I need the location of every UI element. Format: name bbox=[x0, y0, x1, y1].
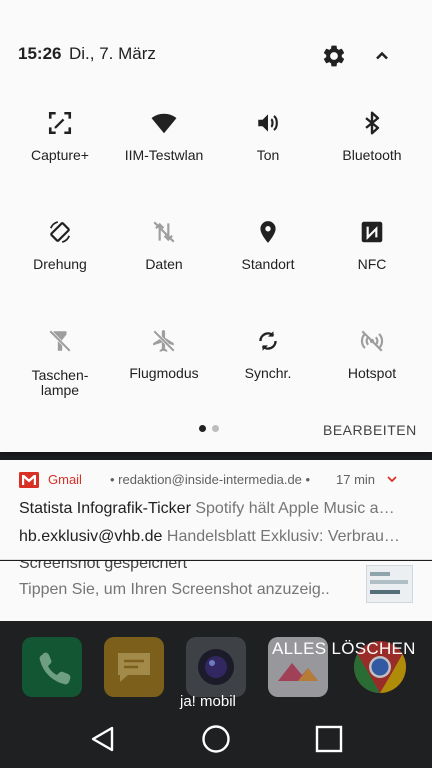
tile-rotation[interactable]: Drehung bbox=[6, 219, 114, 299]
mail-subject: Spotify hält Apple Music a… bbox=[195, 500, 395, 517]
edit-button[interactable]: BEARBEITEN bbox=[323, 422, 417, 438]
sender-email: redaktion@inside-intermedia.de bbox=[118, 472, 302, 487]
capture-plus-icon bbox=[48, 111, 72, 135]
tile-label: Daten bbox=[145, 256, 183, 272]
home-icon[interactable] bbox=[199, 722, 233, 756]
notification-title: Screenshot gespeichert bbox=[19, 561, 188, 572]
gmail-icon bbox=[19, 472, 39, 488]
location-icon bbox=[260, 221, 276, 243]
notification-time: 17 min bbox=[336, 472, 376, 487]
tile-label: Capture+ bbox=[31, 147, 89, 163]
app-label: ja! mobil bbox=[180, 693, 236, 710]
page-indicator bbox=[199, 425, 223, 433]
page-dot bbox=[212, 425, 219, 432]
chevron-down-icon[interactable] bbox=[386, 474, 398, 484]
tile-label: Standort bbox=[241, 256, 295, 272]
recents-icon[interactable] bbox=[312, 722, 346, 756]
app-name: Gmail bbox=[48, 472, 82, 487]
mobile-data-off-icon bbox=[153, 221, 175, 243]
tile-bluetooth[interactable]: Bluetooth bbox=[318, 110, 426, 190]
messages-app-icon[interactable] bbox=[104, 637, 164, 697]
tile-sync[interactable]: Synchr. bbox=[214, 328, 322, 408]
tile-capture-plus[interactable]: Capture+ bbox=[6, 110, 114, 190]
message-icon bbox=[118, 653, 150, 682]
tile-nfc[interactable]: NFC bbox=[318, 219, 426, 299]
tile-location[interactable]: Standort bbox=[214, 219, 322, 299]
tile-sound[interactable]: Ton bbox=[214, 110, 322, 190]
notification-sender: • redaktion@inside-intermedia.de • bbox=[110, 472, 311, 487]
notification-header: Gmail • redaktion@inside-intermedia.de •… bbox=[19, 472, 419, 490]
airplane-off-icon bbox=[153, 330, 175, 352]
mail-sender: Statista Infografik-Ticker bbox=[19, 500, 191, 517]
hotspot-off-icon bbox=[360, 330, 384, 352]
navigation-bar bbox=[0, 710, 432, 768]
phone-app-icon[interactable] bbox=[22, 637, 82, 697]
tile-airplane-mode[interactable]: Flugmodus bbox=[110, 328, 218, 408]
quick-settings-panel: 15:26 Di., 7. März Capture+ IIM-Testwlan… bbox=[0, 0, 432, 452]
clear-all-button[interactable]: ALLES LÖSCHEN bbox=[272, 639, 416, 659]
tile-label: IIM-Testwlan bbox=[124, 147, 204, 163]
tile-flashlight[interactable]: Taschen- lampe bbox=[6, 328, 114, 408]
phone-icon bbox=[39, 652, 71, 685]
gear-icon[interactable] bbox=[321, 43, 347, 69]
page-dot-active bbox=[199, 425, 206, 432]
gmail-notification[interactable]: Gmail • redaktion@inside-intermedia.de •… bbox=[0, 460, 432, 560]
rotation-icon bbox=[49, 221, 71, 243]
camera-app-icon[interactable] bbox=[186, 637, 246, 697]
quick-settings-header: 15:26 Di., 7. März bbox=[0, 0, 432, 104]
mail-row[interactable]: Statista Infografik-Ticker Spotify hält … bbox=[19, 500, 419, 518]
tile-label: Hotspot bbox=[347, 365, 397, 381]
mail-subject: Handelsblatt Exklusiv: Verbrau… bbox=[166, 528, 400, 545]
mail-row[interactable]: hb.exklusiv@vhb.de Handelsblatt Exklusiv… bbox=[19, 528, 419, 546]
clock: 15:26 bbox=[18, 44, 62, 63]
wifi-icon bbox=[151, 113, 177, 134]
screenshot-thumbnail bbox=[366, 565, 413, 603]
tile-label: Ton bbox=[256, 147, 280, 163]
tile-label: Synchr. bbox=[244, 365, 292, 381]
tile-wifi[interactable]: IIM-Testwlan bbox=[110, 110, 218, 190]
tile-label-text: Taschen- lampe bbox=[31, 367, 89, 398]
date: Di., 7. März bbox=[69, 44, 156, 63]
mail-sender: hb.exklusiv@vhb.de bbox=[19, 528, 163, 545]
tile-hotspot[interactable]: Hotspot bbox=[318, 328, 426, 408]
nfc-icon bbox=[361, 221, 383, 243]
tile-mobile-data[interactable]: Daten bbox=[110, 219, 218, 299]
camera-icon bbox=[198, 649, 234, 685]
volume-icon bbox=[258, 114, 278, 132]
screenshot-notification[interactable]: Screenshot gespeichert Tippen Sie, um Ih… bbox=[0, 561, 432, 621]
bluetooth-icon bbox=[365, 111, 380, 135]
tile-label: NFC bbox=[357, 256, 387, 272]
tile-label: Flugmodus bbox=[129, 365, 199, 381]
tile-label: Bluetooth bbox=[342, 147, 402, 163]
notification-body: Tippen Sie, um Ihren Screenshot anzuzeig… bbox=[19, 581, 330, 598]
chevron-up-icon[interactable] bbox=[372, 46, 392, 66]
back-icon[interactable] bbox=[86, 722, 120, 756]
sync-icon bbox=[259, 331, 277, 351]
flashlight-off-icon bbox=[49, 330, 71, 352]
tile-label: Drehung bbox=[33, 256, 87, 272]
tile-label: Taschen- lampe bbox=[6, 368, 114, 398]
